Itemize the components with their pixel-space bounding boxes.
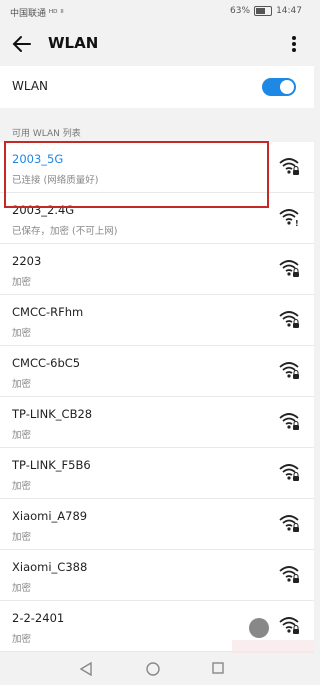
network-status: 加密 bbox=[12, 277, 32, 288]
network-row[interactable]: TP-LINK_CB28 加密 bbox=[0, 397, 314, 448]
wifi-warning-icon: ! bbox=[279, 209, 299, 227]
network-ssid: Xiaomi_A789 bbox=[12, 509, 88, 523]
network-status: 加密 bbox=[12, 583, 32, 594]
wifi-lock-icon bbox=[279, 260, 299, 277]
network-status: 加密 bbox=[12, 532, 32, 543]
network-ssid: Xiaomi_C388 bbox=[12, 560, 88, 574]
wlan-toggle-switch[interactable] bbox=[262, 78, 296, 96]
battery-icon bbox=[254, 6, 273, 16]
svg-text:!: ! bbox=[295, 219, 299, 227]
status-right: 63% 14:47 bbox=[230, 6, 302, 16]
network-ssid: 2203 bbox=[12, 254, 42, 268]
available-networks-header: 可用 WLAN 列表 bbox=[12, 129, 81, 139]
network-status: 加密 bbox=[12, 481, 32, 492]
wifi-lock-icon bbox=[279, 617, 299, 634]
network-row[interactable]: CMCC-RFhm 加密 bbox=[0, 295, 314, 346]
wifi-lock-icon bbox=[279, 515, 299, 532]
network-status: 加密 bbox=[12, 328, 32, 339]
wifi-lock-icon bbox=[279, 362, 299, 379]
secondary-app-icon[interactable] bbox=[249, 618, 269, 638]
clock: 14:47 bbox=[276, 6, 302, 16]
toggle-knob bbox=[280, 80, 294, 94]
network-ssid: CMCC-RFhm bbox=[12, 305, 84, 319]
wifi-lock-icon bbox=[279, 311, 299, 328]
navigation-bar bbox=[0, 653, 314, 685]
network-row[interactable]: Xiaomi_C388 加密 bbox=[0, 550, 314, 601]
network-row[interactable]: TP-LINK_F5B6 加密 bbox=[0, 448, 314, 499]
wifi-lock-icon bbox=[279, 464, 299, 481]
nav-home-icon[interactable] bbox=[146, 662, 160, 676]
wlan-toggle-label: WLAN bbox=[12, 79, 49, 93]
network-status: 加密 bbox=[12, 634, 32, 645]
battery-percent: 63% bbox=[230, 6, 251, 16]
network-ssid: CMCC-6bC5 bbox=[12, 356, 81, 370]
network-ssid: TP-LINK_CB28 bbox=[12, 407, 93, 421]
nav-back-icon[interactable] bbox=[80, 662, 92, 676]
network-row[interactable]: CMCC-6bC5 加密 bbox=[0, 346, 314, 397]
wlan-toggle-row[interactable]: WLAN bbox=[0, 66, 314, 108]
network-list: 2003_5G 已连接 (网络质量好) 2003_2.4G 已保存，加密 (不可上网)… bbox=[0, 142, 314, 652]
network-status: 加密 bbox=[12, 379, 32, 390]
wifi-lock-icon bbox=[279, 158, 299, 175]
wifi-lock-icon bbox=[279, 566, 299, 583]
network-status: 加密 bbox=[12, 430, 32, 441]
app-bar: WLAN bbox=[0, 24, 314, 64]
back-arrow-icon[interactable] bbox=[10, 32, 34, 56]
network-row[interactable]: 2203 加密 bbox=[0, 244, 314, 295]
network-ssid: TP-LINK_F5B6 bbox=[12, 458, 91, 472]
page-title: WLAN bbox=[48, 34, 99, 52]
carrier-label: 中国联通 ᴴᴰ ᴵᴵ bbox=[10, 9, 64, 19]
wifi-lock-icon bbox=[279, 413, 299, 430]
more-options-icon[interactable] bbox=[284, 32, 304, 56]
network-ssid: 2-2-2401 bbox=[12, 611, 65, 625]
network-row[interactable]: Xiaomi_A789 加密 bbox=[0, 499, 314, 550]
highlight-box bbox=[4, 141, 269, 208]
nav-recent-icon[interactable] bbox=[212, 662, 224, 674]
network-status: 已保存，加密 (不可上网) bbox=[12, 226, 118, 237]
status-bar: 中国联通 ᴴᴰ ᴵᴵ 63% 14:47 bbox=[0, 0, 314, 24]
